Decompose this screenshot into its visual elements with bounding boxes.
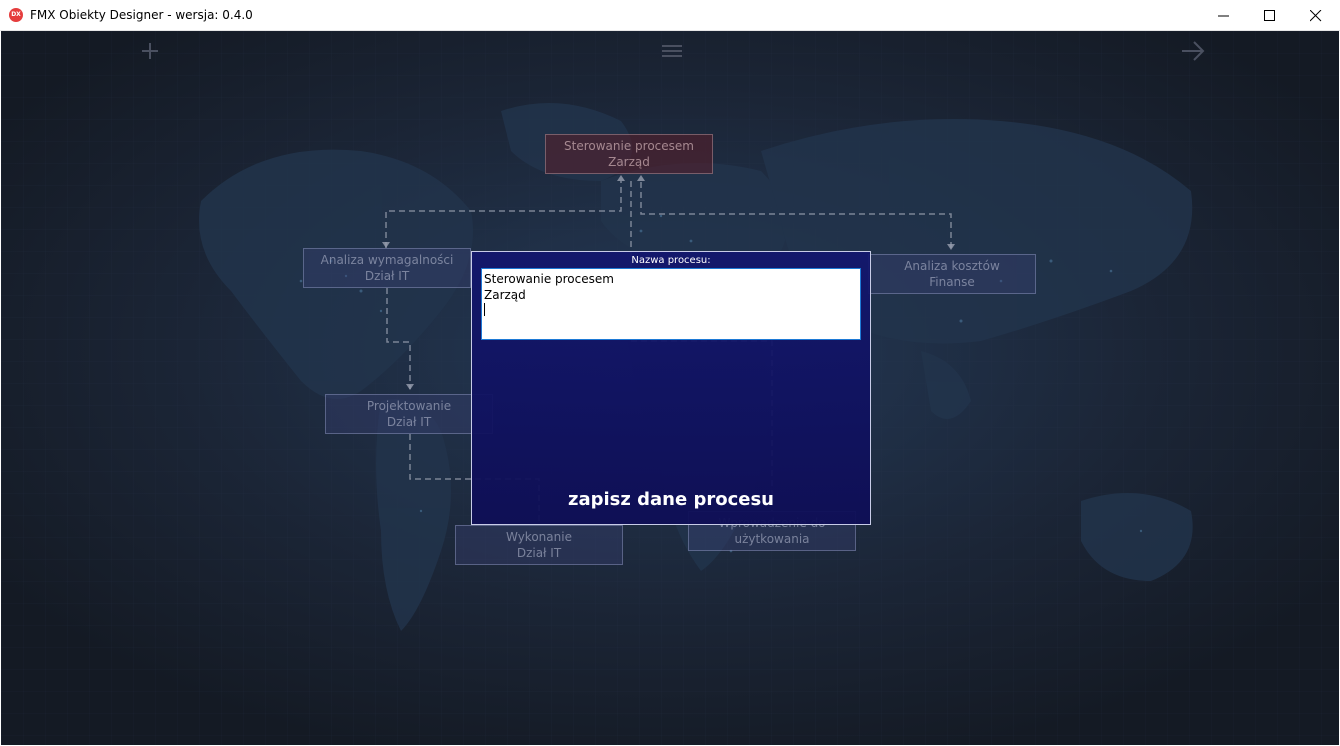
process-node-analiza-wymagalnosci[interactable]: Analiza wymagalności Dział IT: [303, 248, 471, 288]
close-icon: [1310, 10, 1322, 22]
process-node-wykonanie[interactable]: Wykonanie Dział IT: [455, 525, 623, 565]
node-owner: Dział IT: [364, 269, 410, 283]
maximize-button[interactable]: [1247, 0, 1293, 31]
minimize-icon: [1218, 15, 1229, 17]
node-title: Analiza kosztów: [904, 259, 1000, 273]
process-edit-dialog: Nazwa procesu: Sterowanie procesem Zarzą…: [471, 251, 871, 525]
process-node-projektowanie[interactable]: Projektowanie Dział IT: [325, 394, 493, 434]
process-name-input[interactable]: Sterowanie procesem Zarząd: [481, 268, 861, 340]
window-title: FMX Obiekty Designer - wersja: 0.4.0: [30, 8, 253, 22]
maximize-icon: [1264, 10, 1275, 21]
title-bar: DX FMX Obiekty Designer - wersja: 0.4.0: [0, 0, 1340, 31]
text-caret: [484, 303, 485, 316]
node-title: Sterowanie procesem: [564, 139, 694, 153]
node-owner: Finanse: [929, 275, 975, 289]
node-owner: Dział IT: [386, 415, 432, 429]
close-button[interactable]: [1293, 0, 1339, 31]
node-title: Analiza wymagalności: [320, 253, 454, 267]
process-node-root[interactable]: Sterowanie procesem Zarząd: [545, 134, 713, 174]
diagram-canvas[interactable]: Sterowanie procesem Zarząd Analiza wymag…: [1, 31, 1339, 745]
process-name-line1: Sterowanie procesem: [484, 272, 614, 286]
arrow-right-icon[interactable]: [1179, 39, 1207, 63]
node-owner: Zarząd: [608, 155, 650, 169]
node-owner: użytkowania: [734, 532, 810, 546]
process-name-line2: Zarząd: [484, 287, 858, 316]
process-name-label: Nazwa procesu:: [631, 255, 711, 266]
app-logo-icon: DX: [9, 8, 23, 22]
minimize-button[interactable]: [1201, 0, 1247, 31]
node-owner: Dział IT: [516, 546, 562, 560]
node-title: Projektowanie: [366, 399, 452, 413]
plus-icon[interactable]: [136, 39, 164, 63]
node-title: Wykonanie: [506, 530, 572, 544]
save-process-button[interactable]: zapisz dane procesu: [472, 489, 870, 510]
process-node-analiza-kosztow[interactable]: Analiza kosztów Finanse: [868, 254, 1036, 294]
hamburger-icon[interactable]: [658, 39, 686, 63]
